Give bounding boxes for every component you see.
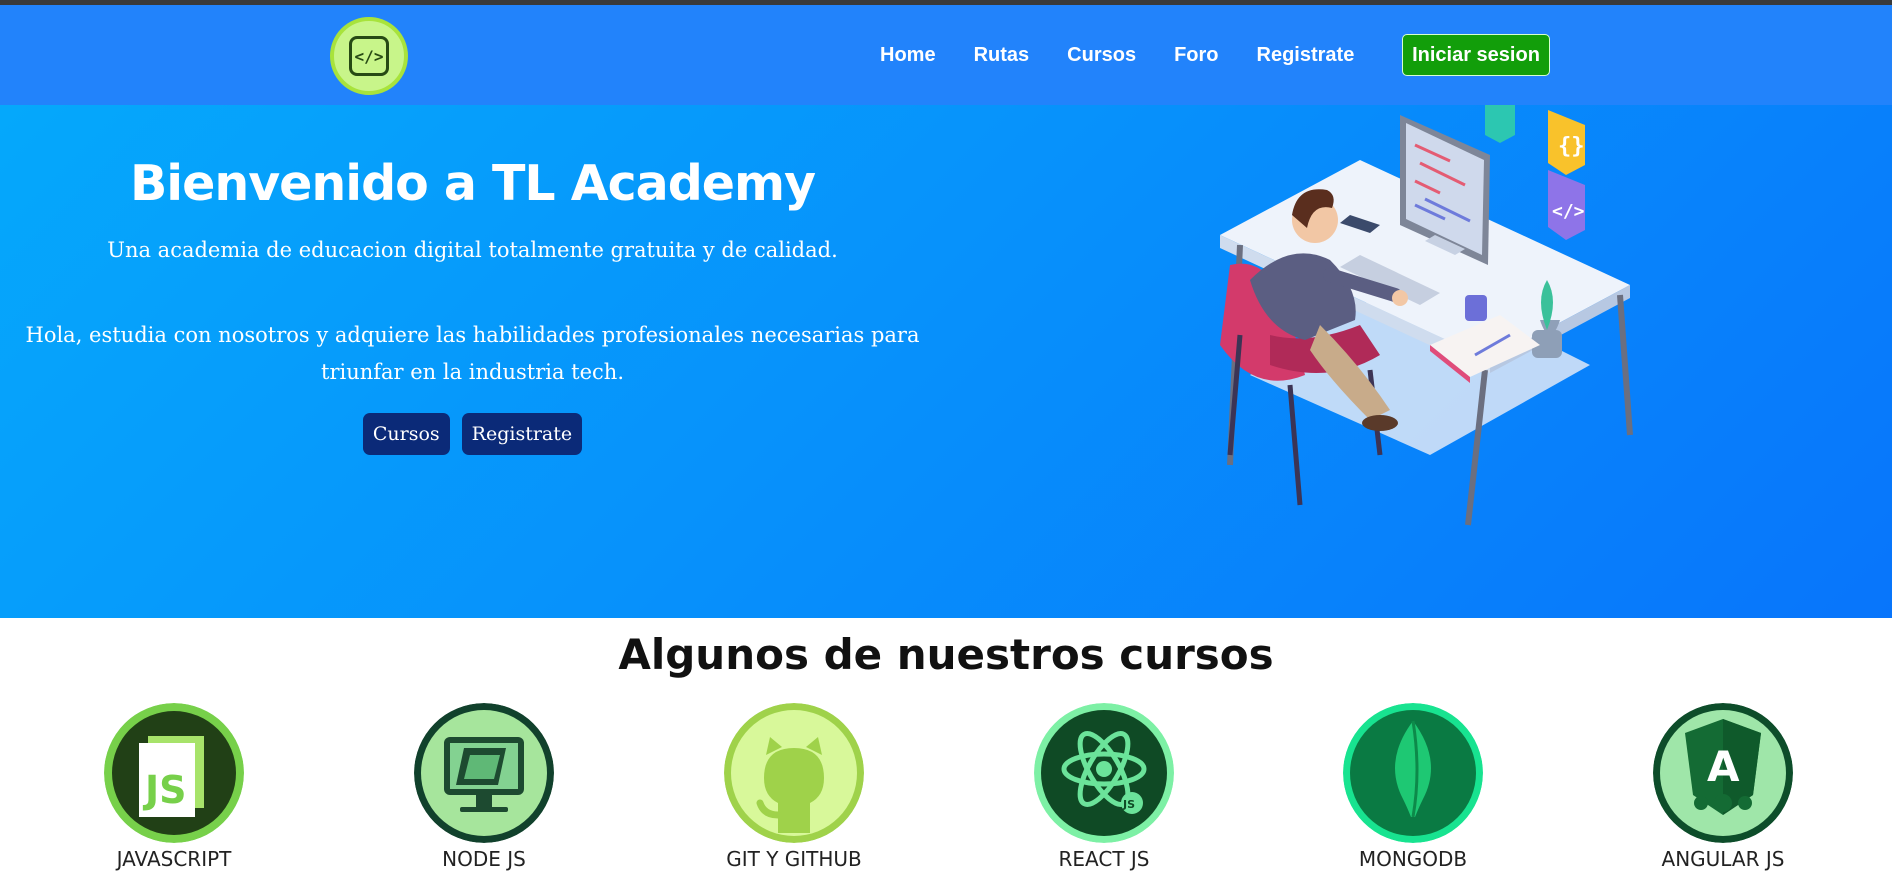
- react-icon: JS: [1034, 703, 1174, 843]
- course-label-javascript: JAVASCRIPT: [116, 847, 232, 871]
- navbar: </> Home Rutas Cursos Foro Registrate In…: [0, 5, 1892, 105]
- hero-registrate-button[interactable]: Registrate: [461, 413, 583, 455]
- course-card-nodejs[interactable]: NODE JS: [384, 703, 584, 871]
- code-icon: </>: [349, 36, 389, 76]
- hero-subtitle: Una academia de educacion digital totalm…: [107, 238, 838, 262]
- nav-link-cursos[interactable]: Cursos: [1067, 44, 1136, 67]
- hero-cursos-button[interactable]: Cursos: [362, 413, 450, 455]
- svg-text:{}: {}: [1558, 134, 1585, 159]
- course-card-reactjs[interactable]: JS REACT JS: [1004, 703, 1204, 871]
- hero-section: Bienvenido a TL Academy Una academia de …: [0, 105, 1892, 618]
- course-card-github[interactable]: GIT Y GITHUB: [694, 703, 894, 871]
- hero-buttons: Cursos Registrate: [0, 413, 945, 455]
- nav-link-registrate[interactable]: Registrate: [1257, 44, 1355, 67]
- nodejs-icon: [414, 703, 554, 843]
- logo[interactable]: </>: [330, 17, 408, 95]
- developer-desk-illustration: {} </>: [1220, 105, 1633, 526]
- nav-link-foro[interactable]: Foro: [1174, 44, 1218, 67]
- courses-section-title: Algunos de nuestros cursos: [618, 630, 1274, 679]
- course-label-nodejs: NODE JS: [442, 847, 526, 871]
- hero-description: Hola, estudia con nosotros y adquiere la…: [25, 323, 920, 384]
- course-card-javascript[interactable]: JS JAVASCRIPT: [74, 703, 274, 871]
- hero-title: Bienvenido a TL Academy: [129, 155, 816, 212]
- svg-text:JS: JS: [1122, 798, 1135, 811]
- login-button[interactable]: Iniciar sesion: [1402, 34, 1550, 76]
- mongodb-icon: [1343, 703, 1483, 843]
- angular-icon: A: [1653, 703, 1793, 843]
- nav-link-home[interactable]: Home: [880, 44, 936, 67]
- course-label-github: GIT Y GITHUB: [726, 847, 862, 871]
- course-card-mongodb[interactable]: MONGODB: [1313, 703, 1513, 871]
- nav-link-rutas[interactable]: Rutas: [974, 44, 1030, 67]
- course-card-angularjs[interactable]: A ANGULAR JS: [1623, 703, 1823, 871]
- svg-text:JS: JS: [142, 768, 187, 812]
- course-label-reactjs: REACT JS: [1058, 847, 1150, 871]
- svg-text:</>: </>: [1552, 201, 1585, 222]
- javascript-icon: JS: [104, 703, 244, 843]
- svg-text:A: A: [1707, 742, 1740, 791]
- course-label-mongodb: MONGODB: [1358, 847, 1468, 871]
- github-icon: [724, 703, 864, 843]
- nav-links: Home Rutas Cursos Foro Registrate: [880, 5, 1392, 105]
- course-label-angularjs: ANGULAR JS: [1661, 847, 1785, 871]
